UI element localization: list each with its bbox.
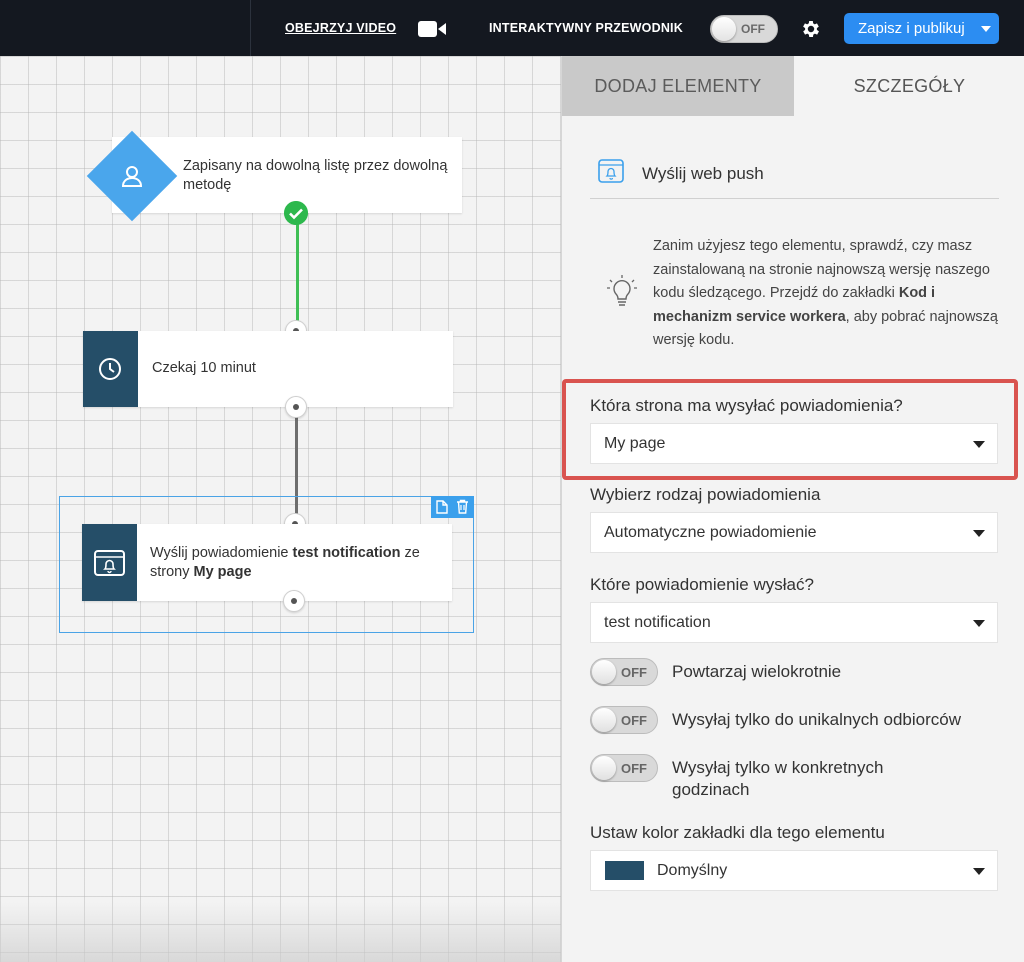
web-push-node-text: Wyślij powiadomienie test notification z…	[150, 545, 420, 580]
tab-details[interactable]: SZCZEGÓŁY	[794, 56, 1024, 116]
divider	[590, 198, 999, 199]
toggle-state: OFF	[741, 22, 765, 36]
toggle-state: OFF	[621, 665, 647, 680]
tab-color-select[interactable]: Domyślny	[590, 850, 998, 891]
chevron-down-icon	[973, 868, 985, 875]
connection-port[interactable]	[283, 590, 305, 612]
unique-recipients-toggle[interactable]: OFF	[590, 706, 658, 734]
save-and-publish-button[interactable]: Zapisz i publikuj	[844, 13, 999, 44]
notification-select-label: Które powiadomienie wysłać?	[590, 575, 814, 594]
specific-hours-toggle[interactable]: OFF	[590, 754, 658, 782]
publish-button-label: Zapisz i publikuj	[858, 20, 965, 37]
clock-icon	[99, 358, 121, 380]
page-select-label: Która strona ma wysyłać powiadomienia?	[590, 396, 903, 415]
delay-node-text: Czekaj 10 minut	[152, 360, 256, 376]
check-icon	[284, 201, 308, 225]
specific-hours-label: Wysyłaj tylko w konkretnych godzinach	[672, 758, 884, 799]
connection-port[interactable]	[285, 396, 307, 418]
page-select[interactable]: My page	[590, 423, 998, 464]
user-icon	[121, 166, 143, 187]
details-panel: DODAJ ELEMENTY SZCZEGÓŁY Wyślij web push…	[561, 56, 1024, 962]
chevron-down-icon	[973, 441, 985, 448]
toggle-knob	[592, 708, 616, 732]
node-tools	[431, 496, 474, 518]
watch-video-link[interactable]: OBEJRZYJ VIDEO	[285, 21, 396, 35]
video-camera-icon[interactable]	[418, 20, 446, 38]
chevron-down-icon	[973, 530, 985, 537]
color-swatch	[605, 861, 644, 880]
interactive-guide-toggle[interactable]: OFF	[710, 15, 778, 43]
page-select-value: My page	[604, 435, 666, 452]
delay-node[interactable]: Czekaj 10 minut	[83, 331, 453, 407]
notification-select[interactable]: test notification	[590, 602, 998, 643]
toggle-knob	[712, 17, 736, 41]
toggle-state: OFF	[621, 713, 647, 728]
tracking-code-info: Zanim użyjesz tego elementu, sprawdź, cz…	[653, 238, 998, 348]
notification-select-value: test notification	[604, 614, 711, 631]
chevron-down-icon	[973, 620, 985, 627]
notification-type-value: Automatyczne powiadomienie	[604, 524, 817, 541]
notification-type-label: Wybierz rodzaj powiadomienia	[590, 485, 821, 504]
page-name: My page	[193, 564, 252, 580]
copy-icon[interactable]	[436, 500, 448, 514]
repeat-toggle[interactable]: OFF	[590, 658, 658, 686]
browser-bell-icon	[598, 159, 624, 183]
chevron-down-icon	[981, 26, 991, 32]
canvas-fade	[0, 902, 561, 962]
tab-add-elements[interactable]: DODAJ ELEMENTY	[562, 56, 794, 116]
toggle-state: OFF	[621, 761, 647, 776]
repeat-label: Powtarzaj wielokrotnie	[672, 662, 842, 681]
trigger-node-text: Zapisany na dowolną listę przez dowolną …	[183, 158, 448, 193]
divider	[250, 0, 251, 56]
gear-icon[interactable]	[800, 18, 822, 40]
tab-color-label: Ustaw kolor zakładki dla tego elementu	[590, 823, 885, 842]
interactive-guide-label: INTERAKTYWNY PRZEWODNIK	[489, 21, 683, 35]
toggle-knob	[592, 756, 616, 780]
notification-name: test notification	[292, 545, 401, 561]
notification-type-select[interactable]: Automatyczne powiadomienie	[590, 512, 998, 553]
unique-recipients-label: Wysyłaj tylko do unikalnych odbiorców	[672, 710, 961, 729]
web-push-node-side	[82, 524, 137, 601]
lightbulb-icon	[607, 275, 637, 306]
trash-icon[interactable]	[456, 499, 469, 514]
browser-bell-icon	[94, 550, 125, 576]
delay-node-side	[83, 331, 138, 407]
tab-color-value: Domyślny	[657, 862, 728, 879]
web-push-node[interactable]: Wyślij powiadomienie test notification z…	[82, 524, 452, 601]
top-bar: OBEJRZYJ VIDEO INTERAKTYWNY PRZEWODNIK O…	[0, 0, 1024, 56]
toggle-knob	[592, 660, 616, 684]
panel-title: Wyślij web push	[642, 164, 764, 183]
connector-line	[296, 224, 299, 324]
